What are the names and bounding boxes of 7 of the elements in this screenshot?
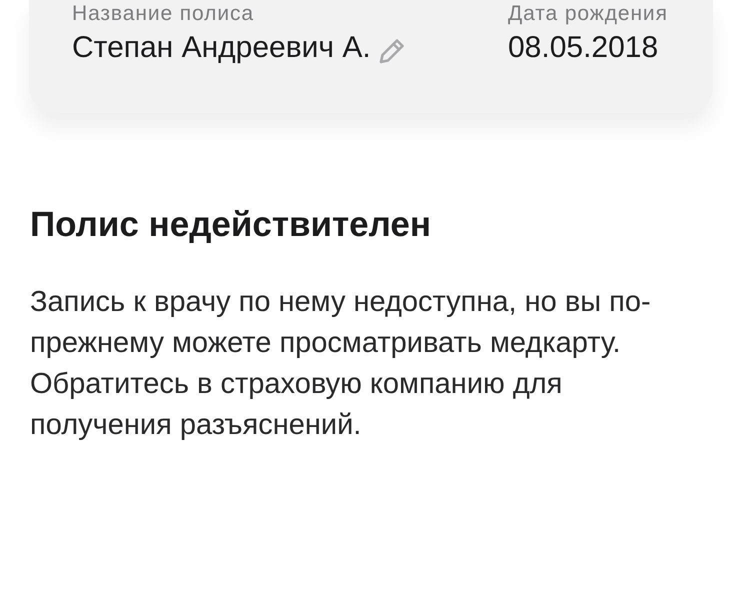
field-value: 08.05.2018 (508, 30, 658, 66)
field-value: Степан Андреевич А. (72, 30, 371, 66)
field-label: Дата рождения (508, 1, 669, 27)
notice-title: Полис недействителен (30, 204, 432, 246)
field-label: Название полиса (72, 1, 255, 27)
notice-text: Запись к врачу по нему недоступна, но вы по-прежнему можете просматривать медкарту. Обратитесь в страховую компанию для получения разъяснений. (30, 285, 652, 443)
pencil-icon[interactable] (378, 36, 406, 64)
